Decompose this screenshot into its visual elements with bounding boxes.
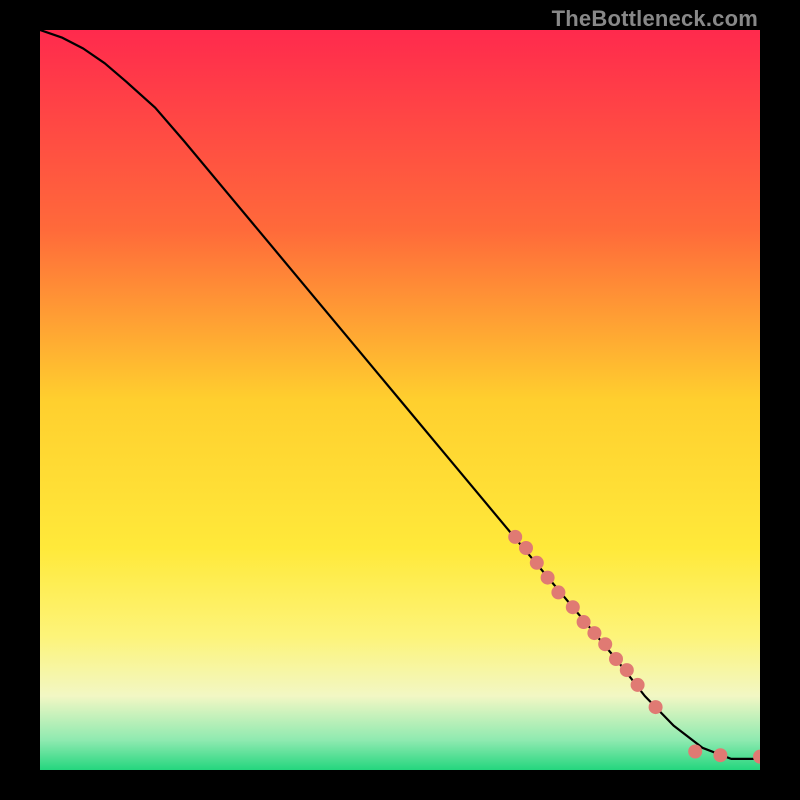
highlight-point [577,615,591,629]
highlight-point [609,652,623,666]
chart-svg [40,30,760,770]
highlight-point [620,663,634,677]
highlight-point [649,700,663,714]
highlight-point [688,745,702,759]
chart-frame: TheBottleneck.com [0,0,800,800]
plot-area [40,30,760,770]
highlight-point [566,600,580,614]
highlight-point [631,678,645,692]
watermark-text: TheBottleneck.com [552,6,758,32]
highlight-point [551,585,565,599]
highlight-point [587,626,601,640]
highlight-point [530,556,544,570]
highlight-point [508,530,522,544]
highlight-point [713,748,727,762]
highlight-point [541,571,555,585]
highlight-point [598,637,612,651]
highlight-point [519,541,533,555]
